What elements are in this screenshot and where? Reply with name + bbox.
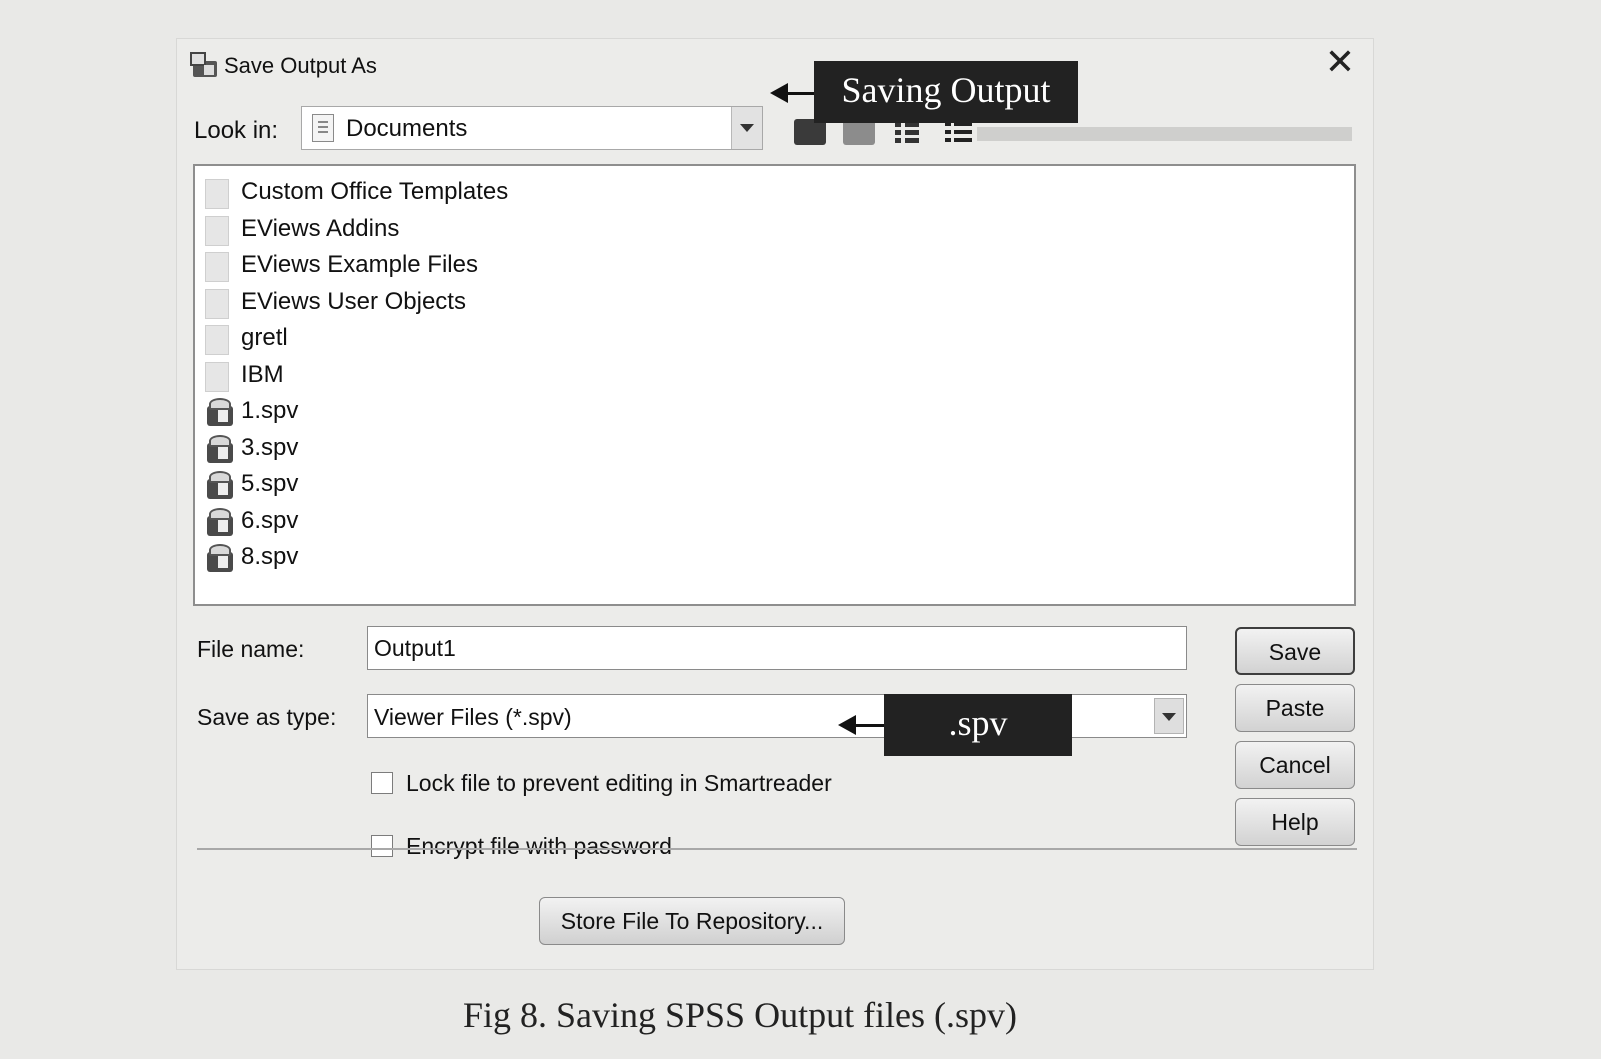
look-in-dropdown[interactable]: Documents bbox=[301, 106, 763, 150]
spss-app-icon bbox=[189, 51, 219, 79]
encrypt-file-label: Encrypt file with password bbox=[406, 833, 672, 859]
file-name-label: File name: bbox=[197, 636, 305, 662]
file-name-text: Custom Office Templates bbox=[241, 178, 509, 205]
save-button[interactable]: Save bbox=[1235, 627, 1355, 675]
spv-file-icon bbox=[205, 397, 235, 427]
file-name-text: EViews User Objects bbox=[241, 287, 466, 315]
file-name-text: EViews Example Files bbox=[241, 251, 478, 278]
spv-file-icon bbox=[205, 507, 235, 537]
file-list: Custom Office Templates EViews Addins EVie… bbox=[193, 164, 1356, 606]
arrow-line bbox=[852, 724, 884, 727]
file-name-text: gretl bbox=[241, 324, 288, 351]
lock-file-checkbox[interactable] bbox=[371, 772, 393, 794]
file-name-text: 6.spv bbox=[241, 506, 299, 534]
look-in-value: Documents bbox=[346, 115, 468, 142]
save-as-type-value: Viewer Files (*.spv) bbox=[374, 704, 572, 730]
close-icon[interactable]: ✕ bbox=[1325, 41, 1355, 83]
save-output-dialog: Save Output As ✕ Look in: Documents Cust… bbox=[176, 38, 1374, 970]
folder-icon bbox=[205, 215, 229, 246]
documents-folder-icon bbox=[312, 114, 334, 142]
arrow-line bbox=[784, 92, 814, 95]
file-name-input[interactable] bbox=[367, 626, 1187, 670]
dialog-title: Save Output As bbox=[224, 53, 377, 78]
figure-caption: Fig 8. Saving SPSS Output files (.spv) bbox=[462, 995, 1018, 1035]
file-name-text: 5.spv bbox=[241, 470, 299, 497]
folder-icon bbox=[205, 361, 229, 392]
file-name-text: 3.spv bbox=[241, 433, 299, 461]
lock-file-label: Lock file to prevent editing in Smartrea… bbox=[406, 770, 832, 796]
save-as-type-label: Save as type: bbox=[197, 704, 337, 730]
spv-file-icon bbox=[205, 470, 235, 500]
file-name-text: EViews Addins bbox=[241, 214, 400, 242]
saving-output-callout: Saving Output bbox=[814, 61, 1078, 123]
store-to-repository-button[interactable]: Store File To Repository... bbox=[539, 897, 845, 945]
chevron-down-icon[interactable] bbox=[731, 107, 762, 149]
encrypt-file-checkbox[interactable] bbox=[371, 835, 393, 857]
paste-button[interactable]: Paste bbox=[1235, 684, 1355, 732]
chevron-down-icon[interactable] bbox=[1154, 698, 1184, 734]
file-name-text: 1.spv bbox=[241, 397, 299, 424]
toolbar-shadow bbox=[977, 127, 1352, 141]
spv-callout: .spv bbox=[884, 694, 1072, 756]
look-in-label: Look in: bbox=[194, 117, 279, 144]
cancel-button[interactable]: Cancel bbox=[1235, 741, 1355, 789]
file-name-text: IBM bbox=[241, 360, 284, 388]
folder-icon bbox=[205, 179, 229, 209]
file-name-text: 8.spv bbox=[241, 543, 299, 570]
help-button[interactable]: Help bbox=[1235, 798, 1355, 846]
divider bbox=[197, 848, 1357, 850]
folder-icon bbox=[205, 252, 229, 282]
spv-file-icon bbox=[205, 543, 235, 573]
folder-icon bbox=[205, 325, 229, 355]
spv-file-icon bbox=[205, 434, 235, 464]
folder-icon bbox=[205, 288, 229, 319]
